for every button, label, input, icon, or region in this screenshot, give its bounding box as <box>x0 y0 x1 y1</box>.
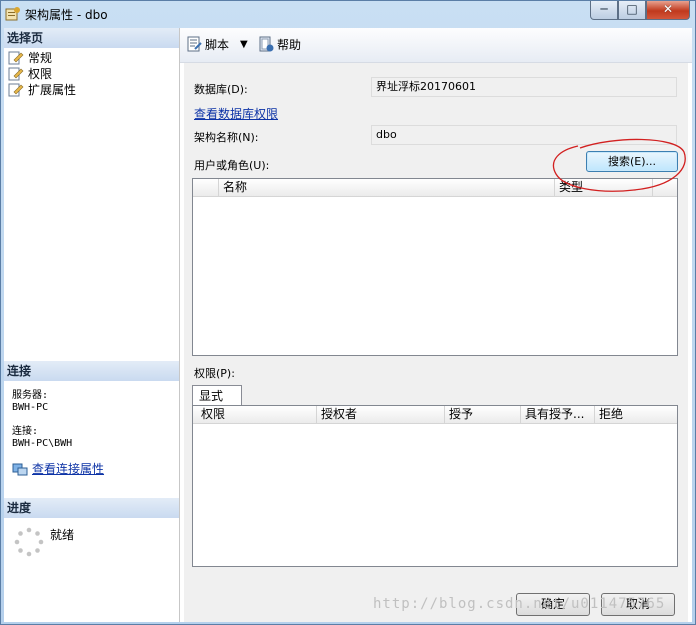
window-title: 架构属性 - dbo <box>25 8 108 22</box>
maximize-button[interactable]: □ <box>618 1 646 20</box>
page-icon <box>8 51 24 65</box>
connection-value: BWH-PC\BWH <box>12 438 73 449</box>
user-or-role-label: 用户或角色(U): <box>194 159 270 172</box>
server-label: 服务器: <box>12 390 49 401</box>
maximize-icon: □ <box>626 2 638 16</box>
column-grantor[interactable]: 授权者 <box>317 406 445 423</box>
script-icon <box>187 36 202 52</box>
users-roles-grid[interactable]: 名称 类型 <box>192 178 678 356</box>
column-name[interactable]: 名称 <box>219 179 555 196</box>
column-grant[interactable]: 授予 <box>445 406 521 423</box>
search-button[interactable]: 搜索(E)... <box>586 151 678 172</box>
database-field[interactable]: 界址浮标20170601 <box>371 77 677 97</box>
permissions-label: 权限(P): <box>194 367 235 380</box>
users-grid-header: 名称 类型 <box>193 179 677 197</box>
minimize-button[interactable]: ─ <box>590 1 618 20</box>
column-with-grant[interactable]: 具有授予... <box>521 406 595 423</box>
page-item-label: 权限 <box>28 67 53 81</box>
help-label: 帮助 <box>277 38 302 52</box>
page-icon <box>8 83 24 97</box>
help-button[interactable]: 帮助 <box>258 36 301 54</box>
view-connection-properties-link[interactable]: 查看连接属性 <box>32 462 104 476</box>
page-item-extended-properties[interactable]: 扩展属性 <box>8 82 76 98</box>
progress-status: 就绪 <box>50 528 75 542</box>
page-item-permissions[interactable]: 权限 <box>8 66 52 82</box>
view-connection-properties[interactable]: 查看连接属性 <box>12 460 104 477</box>
connection-properties-icon <box>12 463 28 476</box>
schema-icon <box>5 7 20 21</box>
connection-header: 连接 <box>4 361 179 381</box>
permissions-grid[interactable]: 权限 授权者 授予 具有授予... 拒绝 <box>192 405 678 567</box>
users-grid-rowheader <box>193 179 219 196</box>
connection-label: 连接: <box>12 426 39 437</box>
progress-spinner-icon <box>14 527 44 557</box>
server-value: BWH-PC <box>12 402 49 413</box>
progress-header: 进度 <box>4 498 179 518</box>
schema-name-field[interactable]: dbo <box>371 125 677 145</box>
page-item-label: 常规 <box>28 51 53 65</box>
cancel-button[interactable]: 取消 <box>601 593 675 616</box>
column-type[interactable]: 类型 <box>555 179 653 196</box>
toolbar: 脚本 ▼ 帮助 <box>180 28 692 63</box>
database-label: 数据库(D): <box>194 83 248 96</box>
page-item-general[interactable]: 常规 <box>8 50 52 66</box>
select-page-header: 选择页 <box>4 28 179 48</box>
minimize-icon: ─ <box>600 2 608 16</box>
script-button[interactable]: 脚本 <box>186 36 229 54</box>
dialog-client: 选择页 常规 权限 扩展属性 连接 服务器: BWH-PC 连接: BWH-PC… <box>4 28 692 622</box>
permissions-grid-header: 权限 授权者 授予 具有授予... 拒绝 <box>193 406 677 424</box>
page-item-label: 扩展属性 <box>28 83 77 97</box>
tab-explicit[interactable]: 显式 <box>192 385 242 406</box>
view-database-permissions-link[interactable]: 查看数据库权限 <box>194 105 278 122</box>
page-icon <box>8 67 24 81</box>
left-panel: 选择页 常规 权限 扩展属性 连接 服务器: BWH-PC 连接: BWH-PC… <box>4 28 180 622</box>
schema-name-label: 架构名称(N): <box>194 131 259 144</box>
title-bar[interactable]: 架构属性 - dbo ─ □ ✕ <box>1 1 695 27</box>
help-icon <box>259 36 274 52</box>
column-permission[interactable]: 权限 <box>197 406 317 423</box>
script-dropdown-icon[interactable]: ▼ <box>240 36 248 54</box>
ok-button[interactable]: 确定 <box>516 593 590 616</box>
column-deny[interactable]: 拒绝 <box>595 406 675 423</box>
script-label: 脚本 <box>205 38 230 52</box>
close-button[interactable]: ✕ <box>646 1 690 20</box>
dialog-window: 架构属性 - dbo ─ □ ✕ 选择页 常规 权限 扩展属性 连接 服务器: … <box>0 0 696 625</box>
close-icon: ✕ <box>662 2 674 16</box>
